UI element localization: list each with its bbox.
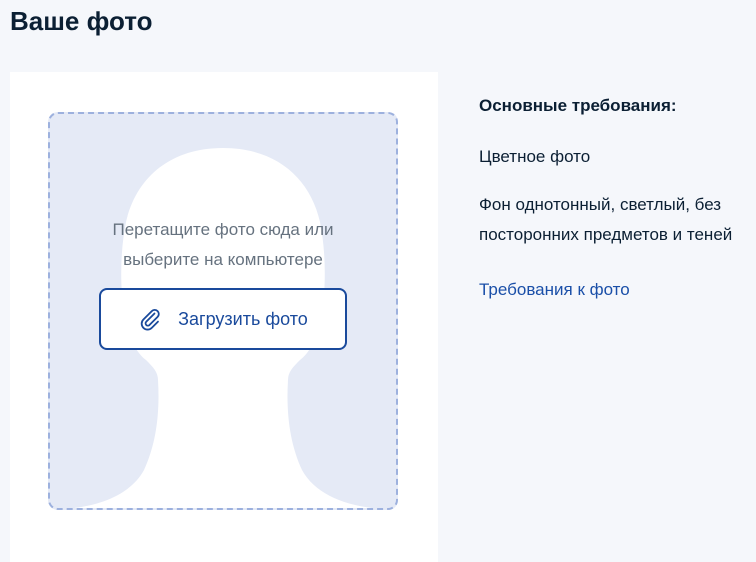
requirement-item: Фон однотонный, светлый, без посторонних… [479, 195, 733, 244]
upload-photo-button[interactable]: Загрузить фото [99, 288, 347, 350]
requirements-heading: Основные требования: [479, 96, 677, 115]
drop-hint-line-2: выберите на компьютере [123, 250, 323, 269]
photo-upload-card: Перетащите фото сюда или выберите на ком… [10, 72, 438, 562]
photo-requirements-link[interactable]: Требования к фото [479, 276, 749, 304]
drop-hint-line-1: Перетащите фото сюда или [112, 220, 334, 239]
photo-requirements: Основные требования: Цветное фото Фон од… [479, 92, 749, 304]
paperclip-icon [138, 307, 162, 331]
upload-photo-button-label: Загрузить фото [178, 308, 308, 329]
photo-dropzone[interactable]: Перетащите фото сюда или выберите на ком… [48, 112, 398, 510]
drop-hint: Перетащите фото сюда или выберите на ком… [50, 215, 396, 275]
page-title: Ваше фото [10, 6, 153, 36]
requirement-item: Цветное фото [479, 147, 591, 166]
